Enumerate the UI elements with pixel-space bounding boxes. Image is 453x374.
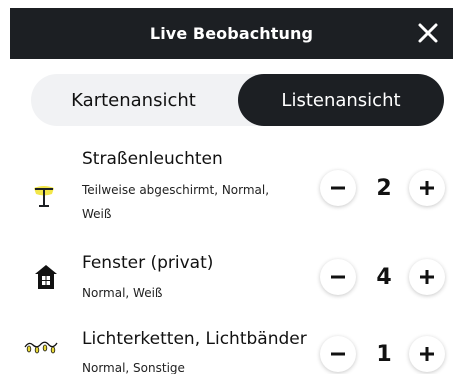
list-item: Straßenleuchten Teilweise abgeschirmt, N… xyxy=(0,142,453,237)
item-title: Straßenleuchten xyxy=(82,149,223,169)
close-button[interactable] xyxy=(417,22,439,44)
tab-list-view-label: Listenansicht xyxy=(281,89,401,111)
list-item: Lichterketten, Lichtbänder Normal, Sonst… xyxy=(0,318,453,374)
item-title: Fenster (privat) xyxy=(82,253,214,273)
increment-button[interactable] xyxy=(409,259,445,295)
minus-icon xyxy=(331,275,345,279)
decrement-button[interactable] xyxy=(320,170,356,206)
house-window-icon xyxy=(35,265,57,289)
decrement-button[interactable] xyxy=(320,259,356,295)
quantity-stepper: 4 xyxy=(320,259,445,299)
decrement-button[interactable] xyxy=(320,336,356,372)
tab-map-view-label: Kartenansicht xyxy=(71,89,196,111)
header-bar: Live Beobachtung xyxy=(10,8,453,59)
increment-button[interactable] xyxy=(409,170,445,206)
list-item: Fenster (privat) Normal, Weiß 4 xyxy=(0,245,453,310)
item-subtitle-line: Teilweise abgeschirmt, Normal, xyxy=(82,183,270,197)
plus-icon xyxy=(420,270,434,284)
string-lights-icon xyxy=(24,341,58,354)
minus-icon xyxy=(331,186,345,190)
increment-button[interactable] xyxy=(409,336,445,372)
item-title: Lichterketten, Lichtbänder xyxy=(82,329,307,349)
plus-icon xyxy=(420,347,434,361)
street-lamp-icon xyxy=(34,186,54,207)
view-toggle: Kartenansicht Listenansicht xyxy=(31,74,444,126)
plus-icon xyxy=(420,181,434,195)
item-subtitle-line: Normal, Sonstige xyxy=(82,361,185,374)
close-icon xyxy=(418,23,438,43)
item-subtitle-line: Normal, Weiß xyxy=(82,286,163,300)
item-count: 4 xyxy=(376,264,392,290)
item-subtitle-line: Weiß xyxy=(82,207,112,221)
quantity-stepper: 1 xyxy=(320,336,445,374)
item-count: 2 xyxy=(376,175,392,201)
minus-icon xyxy=(331,352,345,356)
tab-list-view[interactable]: Listenansicht xyxy=(238,74,444,126)
quantity-stepper: 2 xyxy=(320,170,445,210)
item-count: 1 xyxy=(376,341,392,367)
page-title: Live Beobachtung xyxy=(149,24,314,43)
tab-map-view[interactable]: Kartenansicht xyxy=(31,74,236,126)
